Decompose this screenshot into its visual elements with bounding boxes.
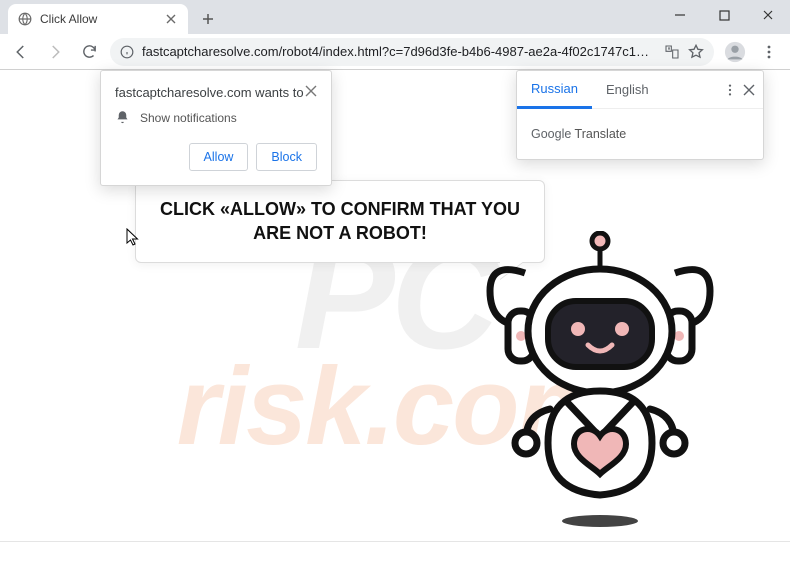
translate-close-icon[interactable] <box>743 84 755 96</box>
tab-close-icon[interactable] <box>164 12 178 26</box>
browser-tab[interactable]: Click Allow <box>8 4 188 34</box>
star-icon[interactable] <box>688 44 704 60</box>
new-tab-button[interactable] <box>194 5 222 33</box>
window-minimize-button[interactable] <box>658 0 702 30</box>
window-titlebar: Click Allow <box>0 0 790 34</box>
translate-brand-translate: Translate <box>571 127 626 141</box>
allow-button[interactable]: Allow <box>189 143 249 171</box>
translate-brand: Google Translate <box>517 109 763 159</box>
permission-close-icon[interactable] <box>305 85 317 97</box>
address-bar[interactable]: fastcaptcharesolve.com/robot4/index.html… <box>110 38 714 66</box>
nav-back-button[interactable] <box>8 39 34 65</box>
browser-toolbar: fastcaptcharesolve.com/robot4/index.html… <box>0 34 790 70</box>
window-controls <box>658 0 790 30</box>
browser-menu-button[interactable] <box>756 39 782 65</box>
permission-origin: fastcaptcharesolve.com wants to <box>115 85 304 100</box>
notification-permission-dialog: fastcaptcharesolve.com wants to Show not… <box>100 70 332 186</box>
window-footer <box>0 541 790 561</box>
speech-text: CLICK «ALLOW» TO CONFIRM THAT YOU ARE NO… <box>156 197 524 246</box>
translate-tab-russian[interactable]: Russian <box>517 71 592 109</box>
site-info-icon[interactable] <box>120 45 134 59</box>
translate-tab-english[interactable]: English <box>592 72 663 107</box>
permission-description: Show notifications <box>140 111 237 125</box>
url-text: fastcaptcharesolve.com/robot4/index.html… <box>142 44 656 59</box>
translate-popup: Russian English Google Translate <box>516 70 764 160</box>
profile-avatar[interactable] <box>722 39 748 65</box>
translate-brand-google: Google <box>531 127 571 141</box>
globe-icon <box>18 12 32 26</box>
tab-title: Click Allow <box>40 12 156 26</box>
window-maximize-button[interactable] <box>702 0 746 30</box>
block-button[interactable]: Block <box>256 143 317 171</box>
translate-options-icon[interactable] <box>723 83 737 97</box>
robot-illustration <box>470 231 730 531</box>
bell-icon <box>115 110 130 125</box>
window-close-button[interactable] <box>746 0 790 30</box>
nav-reload-button[interactable] <box>76 39 102 65</box>
translate-icon[interactable] <box>664 44 680 60</box>
nav-forward-button[interactable] <box>42 39 68 65</box>
